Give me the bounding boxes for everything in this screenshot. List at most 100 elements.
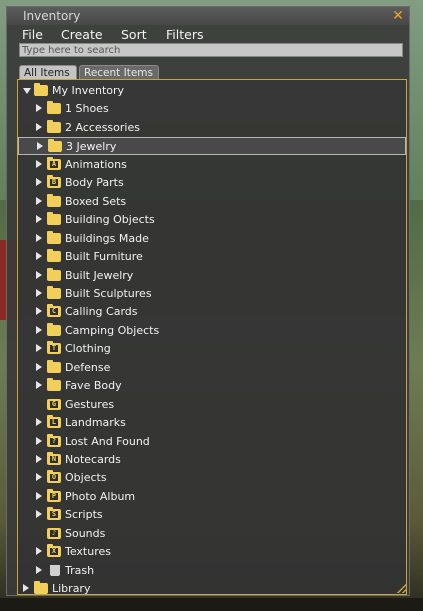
tree-item-label: Camping Objects [65, 323, 160, 337]
folder-badge-icon: N [50, 455, 58, 463]
expand-arrow-right-icon[interactable] [36, 288, 42, 297]
tree-row[interactable]: My Inventory [18, 82, 406, 100]
tree-row[interactable]: ? Lost And Found [18, 433, 406, 451]
expand-arrow-right-icon[interactable] [36, 473, 42, 482]
expand-arrow-right-icon[interactable] [36, 381, 42, 390]
tree-row[interactable]: C Calling Cards [18, 303, 406, 321]
tree-row[interactable]: L Landmarks [18, 414, 406, 432]
tree-row[interactable]: ♪ Sounds [18, 525, 406, 543]
tree-item-label: Objects [65, 471, 107, 485]
expand-arrow-right-icon[interactable] [36, 122, 42, 131]
folder-icon [47, 359, 61, 373]
tree-row[interactable]: Built Furniture [18, 248, 406, 266]
folder-badge-icon: G [50, 399, 58, 408]
tree-row[interactable]: 2 Accessories [18, 119, 406, 137]
close-icon[interactable]: ✕ [391, 9, 405, 23]
expand-arrow-right-icon[interactable] [36, 178, 42, 187]
expand-arrow-down-icon[interactable] [23, 88, 31, 94]
folder-icon [47, 193, 61, 207]
objects-folder-icon: O [47, 470, 61, 484]
expand-arrow-right-icon[interactable] [36, 233, 42, 242]
tree-item-label: Clothing [65, 342, 111, 356]
expand-arrow-right-icon[interactable] [36, 418, 42, 427]
gestures-icon: G [47, 398, 61, 410]
tree-item-label: 3 Jewelry [66, 140, 117, 154]
body-parts-folder-icon: B [47, 175, 61, 189]
calling-cards-folder-icon: C [47, 304, 61, 318]
tree-row[interactable]: Built Jewelry [18, 267, 406, 285]
window-title: Inventory [23, 9, 81, 23]
expand-arrow-right-icon[interactable] [36, 491, 42, 500]
expand-arrow-right-icon[interactable] [36, 344, 42, 353]
expand-arrow-right-icon[interactable] [36, 252, 42, 261]
tree-row[interactable]: Built Sculptures [18, 285, 406, 303]
tree-row[interactable]: T Clothing [18, 340, 406, 358]
folder-badge-icon: C [50, 307, 58, 316]
menu-sort[interactable]: Sort [121, 27, 147, 42]
expand-arrow-right-icon[interactable] [36, 325, 42, 334]
expand-arrow-right-icon[interactable] [36, 510, 42, 519]
tree-item-label: My Inventory [52, 84, 125, 97]
folder-icon [34, 83, 48, 96]
expand-arrow-right-icon[interactable] [36, 455, 42, 463]
folder-badge-icon: S [50, 510, 58, 519]
inventory-tree[interactable]: My Inventory 1 Shoes 2 Accessories 3 Jewelr… [17, 79, 407, 595]
tree-row[interactable]: B Body Parts [18, 174, 406, 192]
tree-row[interactable]: Building Objects [18, 211, 406, 229]
expand-arrow-right-icon[interactable] [36, 215, 42, 224]
folder-icon [48, 139, 62, 153]
tree-item-label: Calling Cards [65, 305, 138, 319]
tree-item-label: Buildings Made [65, 231, 149, 245]
tree-row[interactable]: A Animations [18, 156, 406, 174]
tree-item-label: Defense [65, 360, 111, 374]
resize-handle-icon[interactable] [397, 583, 407, 593]
menu-file[interactable]: File [22, 27, 43, 42]
expand-arrow-right-icon[interactable] [36, 104, 42, 113]
expand-arrow-right-icon[interactable] [36, 436, 42, 445]
tree-row[interactable]: Defense [18, 359, 406, 377]
tab-all-items[interactable]: All Items [19, 65, 77, 79]
background-floor [0, 598, 423, 611]
search-input[interactable] [19, 43, 403, 57]
tree-row[interactable]: P Photo Album [18, 488, 406, 506]
tab-recent-items[interactable]: Recent Items [79, 65, 159, 79]
expand-arrow-right-icon[interactable] [23, 584, 29, 593]
tree-row[interactable]: N Notecards [18, 451, 406, 469]
tree-row[interactable]: Buildings Made [18, 230, 406, 248]
tree-row[interactable]: Boxed Sets [18, 193, 406, 211]
expand-arrow-right-icon[interactable] [36, 270, 42, 279]
tree-item-label: Fave Body [65, 379, 122, 393]
tree-row[interactable]: 3 Jewelry [18, 137, 406, 156]
textures-folder-icon: X [47, 544, 61, 558]
tree-row[interactable]: Camping Objects [18, 322, 406, 340]
folder-icon [47, 101, 61, 115]
tree-row[interactable]: X Textures [18, 543, 406, 561]
tree-row[interactable]: 1 Shoes [18, 100, 406, 118]
tree-row[interactable]: S Scripts [18, 506, 406, 524]
expand-arrow-right-icon[interactable] [36, 565, 42, 574]
expand-arrow-right-icon[interactable] [36, 196, 42, 205]
animations-folder-icon: A [47, 156, 61, 170]
tree-row[interactable]: O Objects [18, 469, 406, 487]
tree-row[interactable]: G Gestures [18, 396, 406, 414]
expand-arrow-right-icon[interactable] [37, 142, 43, 151]
expand-arrow-right-icon[interactable] [36, 362, 42, 371]
tree-row[interactable]: Fave Body [18, 377, 406, 395]
folder-icon [47, 285, 61, 299]
folder-icon [47, 230, 61, 244]
tree-row[interactable]: Library [18, 580, 406, 594]
title-bar[interactable]: Inventory ✕ [7, 7, 409, 25]
expand-arrow-right-icon[interactable] [36, 307, 42, 316]
menu-create[interactable]: Create [61, 27, 103, 42]
menu-filters[interactable]: Filters [166, 27, 203, 42]
inventory-window: Inventory ✕ File Create Sort Filters All… [6, 6, 410, 596]
folder-badge-icon: X [50, 547, 58, 556]
scripts-folder-icon: S [47, 507, 61, 521]
tree-item-label: Textures [65, 545, 111, 559]
tree-row[interactable]: Trash [18, 562, 406, 580]
folder-icon [47, 378, 61, 392]
tree-item-label: Landmarks [65, 416, 126, 430]
folder-icon [47, 119, 61, 133]
expand-arrow-right-icon[interactable] [36, 159, 42, 168]
expand-arrow-right-icon[interactable] [36, 547, 42, 556]
